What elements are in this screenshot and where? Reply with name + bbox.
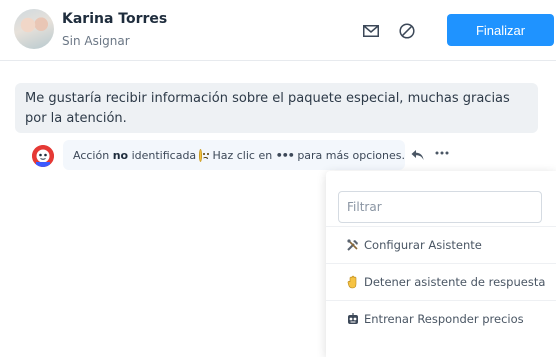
confused-emoji-icon xyxy=(199,148,210,162)
menu-item-label: Configurar Asistente xyxy=(364,237,482,252)
assignment-status[interactable]: Sin Asignar xyxy=(62,34,130,48)
conversation-header: Karina Torres Sin Asignar Finalizar xyxy=(0,0,556,61)
contact-avatar[interactable] xyxy=(14,9,54,49)
bot-icon xyxy=(346,312,360,326)
reply-icon[interactable] xyxy=(410,147,426,161)
menu-item-train-responder[interactable]: Entrenar Responder precios xyxy=(326,300,556,336)
contact-name[interactable]: Karina Torres xyxy=(62,11,167,27)
note-middle: identificada xyxy=(131,148,197,162)
mail-icon[interactable] xyxy=(362,22,380,40)
note-bold: no xyxy=(112,148,129,162)
bot-avatar-icon xyxy=(32,145,54,167)
tools-icon xyxy=(346,238,360,252)
note-dots: ••• xyxy=(275,148,295,162)
block-icon[interactable] xyxy=(398,22,416,40)
filter-input[interactable] xyxy=(338,191,542,223)
note-suffix: . Haz clic en xyxy=(205,148,273,162)
note-prefix: Acción xyxy=(73,148,110,162)
bot-action-note: Acción no identificada . Haz clic en •••… xyxy=(63,140,405,170)
hand-icon xyxy=(346,275,360,289)
menu-item-label: Entrenar Responder precios xyxy=(364,311,524,326)
incoming-message: Me gustaría recibir información sobre el… xyxy=(15,83,538,133)
finalize-button[interactable]: Finalizar xyxy=(447,14,554,46)
options-dropdown: Configurar Asistente Detener asistente d… xyxy=(326,171,556,357)
menu-item-label: Detener asistente de respuesta xyxy=(364,274,546,289)
note-end: para más opciones. xyxy=(297,148,405,162)
more-options-icon[interactable] xyxy=(434,146,450,160)
menu-item-stop-assistant[interactable]: Detener asistente de respuesta xyxy=(326,263,556,299)
menu-item-configure-assistant[interactable]: Configurar Asistente xyxy=(326,226,556,262)
